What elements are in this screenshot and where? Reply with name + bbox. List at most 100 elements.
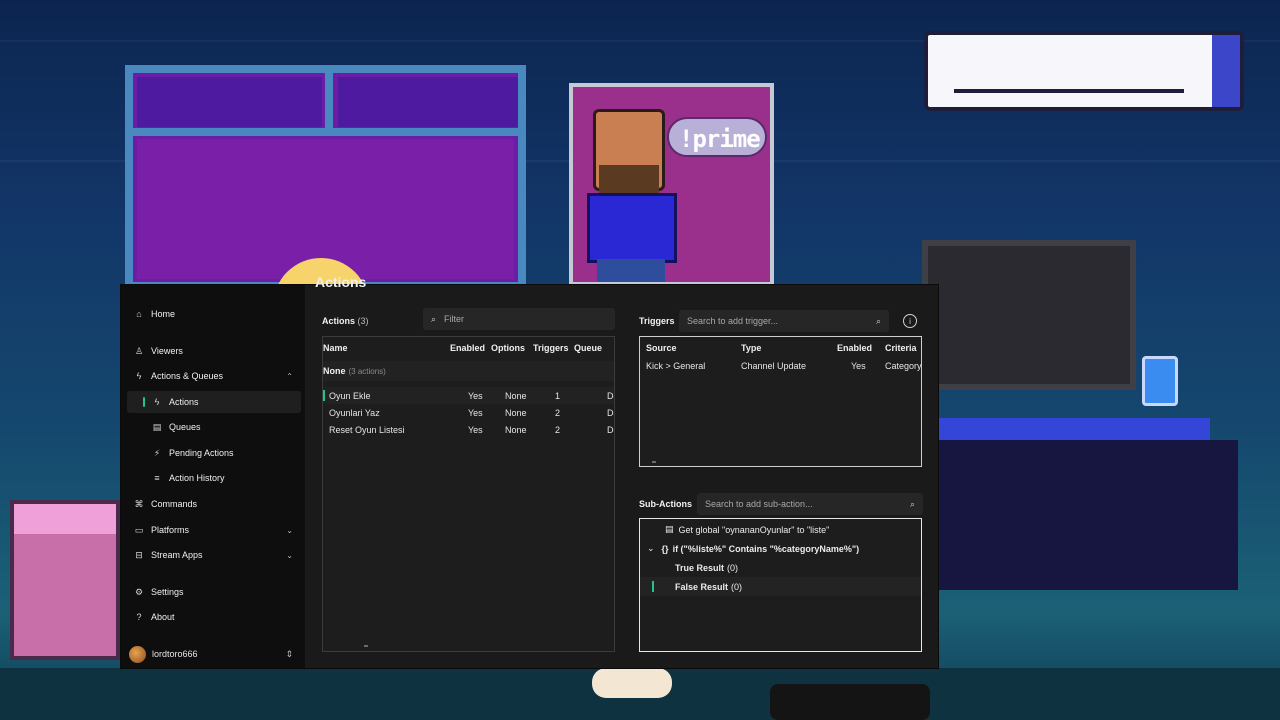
result-label: False Result [675,581,729,592]
bg-ac-cap [1212,35,1240,107]
sidebar-item-platforms[interactable]: ▭ Platforms ⌄ [127,519,301,541]
sidebar-item-label: Queues [169,422,201,432]
search-icon: ⌕ [875,315,881,326]
bg-tv [922,240,1136,390]
result-label: True Result [675,562,725,573]
result-count: (0) [727,562,739,573]
sidebar-item-label: About [151,612,175,622]
subaction-false-result[interactable]: False Result (0) [640,577,921,596]
history-icon: ≡ [154,473,160,483]
list-icon: ▤ [665,524,674,534]
column-header-options[interactable]: Options [491,343,525,353]
column-header-source[interactable]: Source [646,343,677,353]
column-header-type[interactable]: Type [741,343,761,353]
bg-cat [592,668,672,698]
sidebar-item-actions-queues[interactable]: ϟ Actions & Queues ⌃ [127,365,301,387]
sidebar-item-viewers[interactable]: ♙ Viewers [127,340,301,362]
bg-desk [938,418,1210,440]
group-name: None [323,366,346,376]
subaction-text: Get global "oynananOyunlar" to "liste" [678,524,830,535]
subaction-if[interactable]: ⌄ {} if ("%liste%" Contains "%categoryNa… [640,539,921,558]
sidebar-item-queues[interactable]: ▤ Queues [127,416,301,438]
sidebar-item-home[interactable]: ⌂ Home [127,303,301,325]
actions-filter-input[interactable]: ⌕ Filter [423,308,615,330]
main-content: Actions Actions (3) ⌕ Filter Name Enable… [305,277,938,668]
subaction-text: if ("%liste%" Contains "%categoryName%") [672,543,860,554]
sidebar-item-about[interactable]: ? About [127,606,301,628]
subaction-search-input[interactable]: Search to add sub-action... ⌕ [697,493,923,515]
cell-queue: De [607,408,614,418]
actions-title-text: Actions [322,316,356,326]
cell-options: None [505,391,527,401]
user-menu[interactable]: lordtoro666 ⇕ [127,643,301,665]
info-icon[interactable]: i [903,314,917,328]
sidebar-item-label: Pending Actions [169,448,234,458]
sidebar-item-label: Commands [151,499,198,509]
sidebar-item-label: Actions [169,397,199,407]
user-name: lordtoro666 [152,649,198,659]
search-icon: ⌕ [909,498,915,509]
sidebar-item-stream-apps[interactable]: ⊟ Stream Apps ⌄ [127,544,301,566]
command-icon: ⌘ [134,498,144,509]
cell-options: None [505,425,527,435]
result-count: (0) [731,581,743,592]
table-row[interactable]: Oyun Ekle Yes None 1 De [323,387,614,404]
bolt-icon: ϟ [136,371,142,381]
cell-source: Kick > General [646,361,706,371]
horizontal-scrollbar[interactable] [652,461,656,463]
platforms-icon: ▭ [134,524,144,535]
subaction-search-placeholder: Search to add sub-action... [705,499,813,509]
sidebar-item-label: Actions & Queues [151,371,224,381]
sidebar-item-label: Stream Apps [151,550,203,560]
trigger-search-input[interactable]: Search to add trigger... ⌕ [679,310,889,332]
column-header-enabled[interactable]: Enabled [450,343,485,353]
bg-ac-vent [954,89,1184,93]
table-row[interactable]: Kick > General Channel Update Yes Catego… [640,357,921,374]
bg-desk-shadow [938,440,1238,590]
sidebar: ⌂ Home ♙ Viewers ϟ Actions & Queues ⌃ ϟ … [121,285,305,668]
chevron-down-icon: ⌄ [647,543,655,553]
cell-enabled: Yes [851,361,866,371]
subaction-true-result[interactable]: True Result (0) [640,558,921,577]
column-header-name[interactable]: Name [323,343,348,353]
column-header-enabled[interactable]: Enabled [837,343,872,353]
cell-triggers: 1 [555,391,561,401]
cell-enabled: Yes [468,408,483,418]
bolt-icon: ϟ [154,397,160,407]
pending-icon: ⚡ [153,447,161,458]
cell-type: Channel Update [741,361,807,371]
cell-queue: De [607,425,614,435]
column-header-triggers[interactable]: Triggers [533,343,569,353]
group-row[interactable]: None (3 actions) [323,361,614,381]
sidebar-item-settings[interactable]: ⚙ Settings [127,581,301,603]
bg-poster-speech-bubble: !prime [667,117,767,157]
table-row[interactable]: Reset Oyun Listesi Yes None 2 De [323,421,614,438]
table-row[interactable]: Oyunlari Yaz Yes None 2 De [323,404,614,421]
sidebar-item-commands[interactable]: ⌘ Commands [127,493,301,515]
actions-count: (3) [357,316,369,326]
cell-triggers: 2 [555,408,561,418]
sidebar-item-label: Settings [151,587,184,597]
sidebar-item-pending-actions[interactable]: ⚡ Pending Actions [127,442,301,464]
column-header-queue[interactable]: Queue [574,343,602,353]
cell-name: Oyunlari Yaz [329,408,380,418]
triggers-table: Source Type Enabled Criteria Kick > Gene… [639,336,922,467]
sidebar-item-action-history[interactable]: ≡ Action History [127,467,301,489]
cell-name: Oyun Ekle [329,391,371,401]
column-header-criteria[interactable]: Criteria [885,343,917,353]
trigger-search-placeholder: Search to add trigger... [687,316,779,326]
actions-filter-placeholder: Filter [444,314,465,324]
cell-options: None [505,408,527,418]
bg-poster-beard [599,165,659,193]
group-count: (3 actions) [348,366,386,376]
gear-icon: ⚙ [134,586,144,597]
sidebar-item-label: Home [151,309,176,319]
subaction-get-global[interactable]: ▤ Get global "oynananOyunlar" to "liste" [640,520,921,539]
subactions-tree: ▤ Get global "oynananOyunlar" to "liste"… [639,518,922,652]
chevron-down-icon: ⌄ [286,550,293,560]
app-window: ⌂ Home ♙ Viewers ϟ Actions & Queues ⌃ ϟ … [121,277,938,668]
bg-gamepad [770,684,930,720]
sidebar-item-label: Action History [169,473,225,483]
sidebar-item-actions[interactable]: ϟ Actions [127,391,301,413]
horizontal-scrollbar[interactable] [364,645,368,647]
